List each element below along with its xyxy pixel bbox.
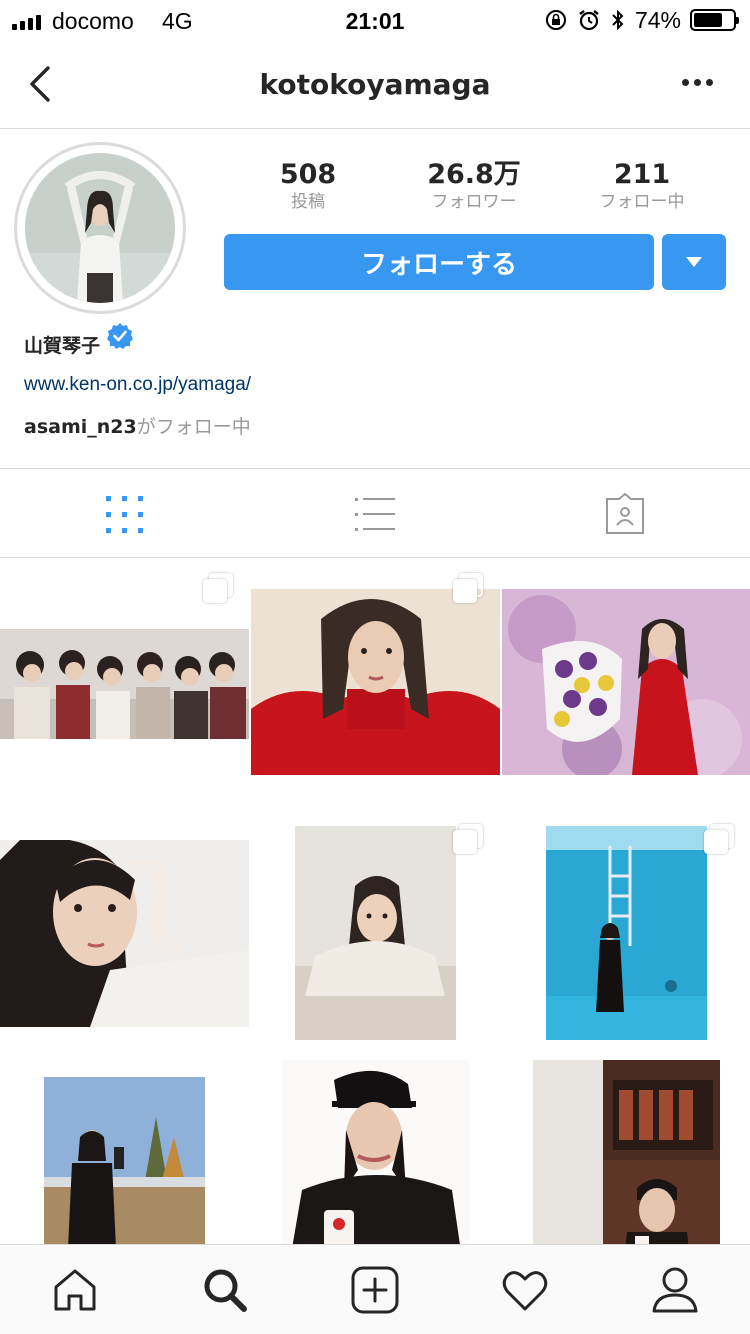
following-label: フォロー中	[599, 192, 685, 212]
stat-followers[interactable]: 26.8万 フォロワー	[404, 158, 544, 212]
add-post-icon[interactable]	[350, 1265, 400, 1315]
posts-count: 508	[279, 159, 337, 190]
grid-post[interactable]	[502, 809, 750, 1056]
post-image	[282, 1060, 469, 1244]
post-image	[533, 1060, 720, 1244]
multi-photo-icon	[453, 573, 483, 603]
multi-photo-icon	[203, 573, 233, 603]
status-bar: docomo 4G 21:01 74%	[0, 0, 750, 40]
profile-tab-bar	[0, 468, 750, 558]
post-image	[251, 589, 500, 775]
grid-post[interactable]	[0, 809, 249, 1056]
battery-icon	[690, 9, 739, 31]
avatar[interactable]	[25, 153, 175, 303]
suggested-accounts-button[interactable]	[662, 234, 726, 290]
followed-by-username: asami_n23	[24, 416, 137, 438]
follow-button[interactable]: フォローする	[224, 234, 654, 290]
grid-post[interactable]	[502, 558, 750, 805]
grid-icon[interactable]	[103, 493, 147, 537]
home-icon[interactable]	[50, 1265, 100, 1315]
posts-label: 投稿	[291, 192, 325, 212]
heart-icon[interactable]	[500, 1265, 550, 1315]
followers-count: 26.8万	[427, 159, 521, 190]
multi-photo-icon	[704, 824, 734, 854]
bottom-navigation	[0, 1244, 750, 1334]
post-image	[0, 840, 249, 1027]
rotation-lock-icon	[545, 10, 566, 30]
post-image	[44, 1077, 205, 1244]
grid-post[interactable]	[0, 558, 249, 805]
profile-icon[interactable]	[650, 1265, 700, 1315]
search-icon[interactable]	[200, 1265, 250, 1315]
grid-post[interactable]	[251, 558, 500, 805]
post-image	[502, 589, 750, 775]
profile-header: kotokoyamaga	[0, 40, 750, 129]
website-link[interactable]: www.ken-on.co.jp/yamaga/	[24, 374, 251, 396]
stat-posts[interactable]: 508 投稿	[238, 158, 378, 212]
verified-badge-icon	[107, 323, 133, 349]
list-icon[interactable]	[353, 493, 397, 537]
caret-down-icon	[686, 257, 702, 267]
post-image	[546, 826, 707, 1040]
display-name: 山賀琴子	[24, 335, 101, 357]
grid-post[interactable]	[251, 809, 500, 1056]
profile-username-title: kotokoyamaga	[259, 68, 491, 101]
grid-post[interactable]	[251, 1060, 500, 1244]
tagged-icon[interactable]	[603, 493, 647, 537]
bluetooth-icon	[612, 9, 624, 31]
following-count: 211	[613, 159, 671, 190]
alarm-icon	[579, 10, 599, 31]
followers-label: フォロワー	[431, 192, 517, 212]
post-image	[0, 629, 249, 739]
ellipsis-icon[interactable]	[682, 72, 716, 92]
grid-post[interactable]	[0, 1060, 249, 1244]
multi-photo-icon	[453, 824, 483, 854]
photo-grid	[0, 558, 750, 1244]
stat-following[interactable]: 211 フォロー中	[572, 158, 712, 212]
followed-by-suffix: がフォロー中	[136, 416, 251, 438]
post-image	[295, 826, 456, 1040]
followed-by[interactable]: asami_n23がフォロー中	[24, 412, 251, 439]
grid-post[interactable]	[502, 1060, 750, 1244]
battery-percent: 74%	[634, 6, 681, 33]
